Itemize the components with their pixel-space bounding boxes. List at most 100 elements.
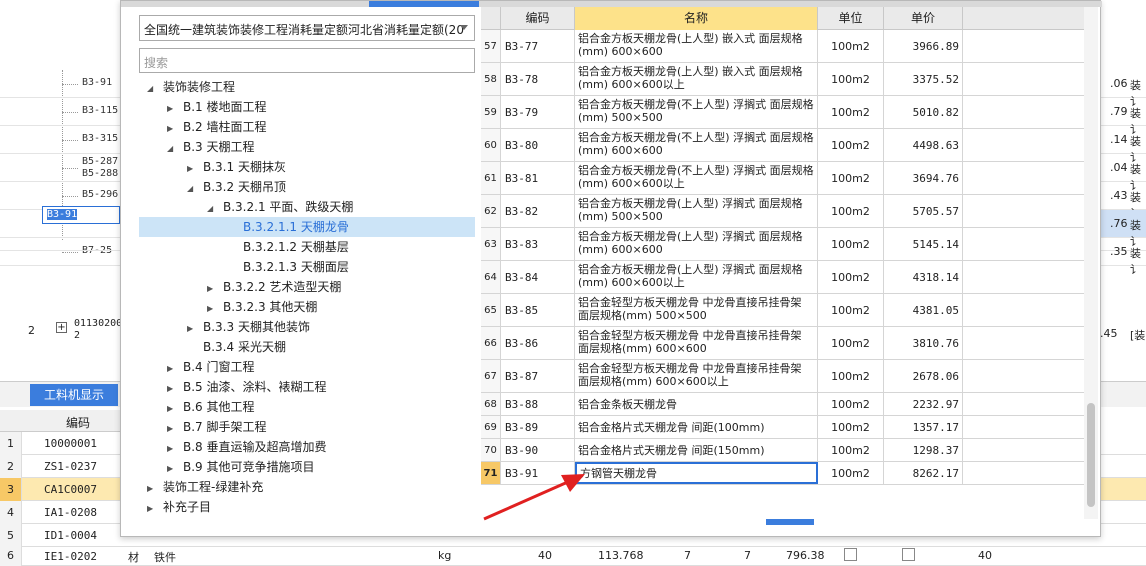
chevron-down-icon[interactable] <box>460 25 468 30</box>
background-right-columns: .06装讠 .79装讠 .14装讠 .04装讠 .43装讠 .76装讠 .35装… <box>1100 70 1146 380</box>
collapse-triangle-icon[interactable]: ◢ <box>187 179 197 199</box>
tree-node[interactable]: ◢ B.3.2 天棚吊顶 <box>187 177 286 197</box>
header-price[interactable]: 单价 <box>884 7 963 30</box>
quota-library-select[interactable]: 全国统一建筑装饰装修工程消耗量定额河北省消耗量定额(20 <box>139 15 475 41</box>
table-row[interactable]: 64 B3-84 铝合金方板天棚龙骨(上人型) 浮搁式 面层规格(mm) 600×6… <box>481 261 1084 294</box>
expand-triangle-icon[interactable]: ▶ <box>147 499 157 519</box>
table-row[interactable]: 63 B3-83 铝合金方板天棚龙骨(上人型) 浮搁式 面层规格(mm) 600×6… <box>481 228 1084 261</box>
bg-tree-row[interactable]: B3-91 <box>0 70 120 98</box>
collapse-triangle-icon[interactable]: ◢ <box>207 199 217 219</box>
tab-material-display[interactable]: 工料机显示 <box>30 384 118 406</box>
tree-node[interactable]: ▶ 补充子目 <box>147 497 211 517</box>
table-row[interactable]: 68 B3-88 铝合金条板天棚龙骨 100m2 2232.97 <box>481 393 1084 416</box>
bg-right-row: .79 装讠 <box>1100 98 1146 136</box>
cell-unit: 100m2 <box>818 462 884 484</box>
bg-tree-row[interactable]: B7-25 <box>0 238 120 266</box>
tree-node[interactable]: ▶ B.8 垂直运输及超高增加费 <box>167 437 327 457</box>
tree-node[interactable]: ▶ 装饰工程-绿建补充 <box>147 477 263 497</box>
material-table-header: 编码 <box>0 410 120 432</box>
collapse-triangle-icon[interactable]: ◢ <box>167 139 177 159</box>
tree-node[interactable]: ◢ 装饰装修工程 <box>147 77 235 97</box>
search-input[interactable]: 搜索 <box>139 48 475 73</box>
bg-tree-row[interactable]: B5-287 B5-288 <box>0 154 120 182</box>
expand-triangle-icon[interactable]: ▶ <box>167 359 177 379</box>
quota-chapter-tree: ◢ 装饰装修工程 ▶ B.1 楼地面工程 ▶ B.2 墙柱面工程 ◢ B.3 天棚工程 ▶ B.3… <box>139 77 475 517</box>
tree-node[interactable]: ▶ B.3.2.2 艺术造型天棚 <box>207 277 341 297</box>
table-row[interactable]: 66 B3-86 铝合金轻型方板天棚龙骨 中龙骨直接吊挂骨架 面层规格(mm) 60… <box>481 327 1084 360</box>
expand-triangle-icon[interactable]: ▶ <box>207 299 217 319</box>
table-row[interactable]: 69 B3-89 铝合金格片式天棚龙骨 间距(100mm) 100m2 1357.17 <box>481 416 1084 439</box>
tree-node[interactable]: ◢ B.3.2.1 平面、跌级天棚 <box>207 197 353 217</box>
checkbox[interactable] <box>844 548 857 561</box>
cell-unit: 100m2 <box>818 162 884 194</box>
checkbox[interactable] <box>902 548 915 561</box>
cell-name: 铝合金方板天棚龙骨(不上人型) 浮搁式 面层规格(mm) 600×600 <box>575 129 818 161</box>
tree-node[interactable]: ▶ B.1 楼地面工程 <box>167 97 267 117</box>
bg-right-row: .14 装讠 <box>1100 126 1146 164</box>
expand-triangle-icon[interactable]: ▶ <box>187 159 197 179</box>
scrollbar-thumb[interactable] <box>1087 403 1095 507</box>
collapse-triangle-icon[interactable]: ◢ <box>147 79 157 99</box>
expand-triangle-icon[interactable]: ▶ <box>167 119 177 139</box>
cell-unit: 100m2 <box>818 30 884 62</box>
cell-price: 4498.63 <box>884 129 963 161</box>
cell-name: 铝合金轻型方板天棚龙骨 中龙骨直接吊挂骨架 面层规格(mm) 600×600 <box>575 327 818 359</box>
row-index: 58 <box>481 63 501 95</box>
table-row[interactable]: 59 B3-79 铝合金方板天棚龙骨(不上人型) 浮搁式 面层规格(mm) 500×… <box>481 96 1084 129</box>
cell-code: B3-77 <box>501 30 575 62</box>
tree-node[interactable]: ▶ B.4 门窗工程 <box>167 357 255 377</box>
table-row[interactable]: 58 B3-78 铝合金方板天棚龙骨(上人型) 嵌入式 面层规格(mm) 600×6… <box>481 63 1084 96</box>
expand-plus-icon[interactable]: + <box>56 322 67 333</box>
expand-triangle-icon[interactable]: ▶ <box>207 279 217 299</box>
table-row[interactable]: 60 B3-80 铝合金方板天棚龙骨(不上人型) 浮搁式 面层规格(mm) 600×… <box>481 129 1084 162</box>
expand-triangle-icon[interactable]: ▶ <box>167 419 177 439</box>
tree-node[interactable]: B.3.4 采光天棚 <box>187 337 286 357</box>
expand-triangle-icon[interactable]: ▶ <box>187 319 197 339</box>
header-name[interactable]: 名称 <box>575 7 818 30</box>
tree-node[interactable]: ▶ B.3.1 天棚抹灰 <box>187 157 286 177</box>
expand-triangle-icon[interactable]: ▶ <box>167 99 177 119</box>
table-row[interactable]: 61 B3-81 铝合金方板天棚龙骨(不上人型) 浮搁式 面层规格(mm) 600×… <box>481 162 1084 195</box>
table-header: 编码 名称 单位 单价 <box>481 7 1084 30</box>
expand-triangle-icon[interactable]: ▶ <box>147 479 157 499</box>
bg-right-row: .06 装讠 <box>1100 70 1146 108</box>
expand-triangle-icon[interactable]: ▶ <box>167 439 177 459</box>
tree-node[interactable]: B.3.2.1.2 天棚基层 <box>227 237 349 257</box>
tree-node[interactable]: ▶ B.7 脚手架工程 <box>167 417 267 437</box>
tree-node[interactable]: B.3.2.1.1 天棚龙骨 <box>227 217 349 237</box>
material-type: 材 <box>128 551 139 564</box>
table-row[interactable]: 70 B3-90 铝合金格片式天棚龙骨 间距(150mm) 100m2 1298.37 <box>481 439 1084 462</box>
tree-node[interactable]: ▶ B.2 墙柱面工程 <box>167 117 267 137</box>
header-unit[interactable]: 单位 <box>818 7 884 30</box>
table-row[interactable]: 67 B3-87 铝合金轻型方板天棚龙骨 中龙骨直接吊挂骨架 面层规格(mm) 60… <box>481 360 1084 393</box>
tree-node[interactable]: B.3.2.1.3 天棚面层 <box>227 257 349 277</box>
tree-node[interactable]: ▶ B.9 其他可竞争措施项目 <box>167 457 315 477</box>
bg-tree-code: B3-115 <box>82 105 119 116</box>
bg-selected-code-cell[interactable]: B3-91 <box>42 206 120 224</box>
resize-handle[interactable] <box>766 519 814 525</box>
table-row[interactable]: 65 B3-85 铝合金轻型方板天棚龙骨 中龙骨直接吊挂骨架 面层规格(mm) 50… <box>481 294 1084 327</box>
cell-code: B3-79 <box>501 96 575 128</box>
cell-code: B3-89 <box>501 416 575 438</box>
table-row[interactable]: 71 B3-91 方钢管天棚龙骨 100m2 8262.17 <box>481 462 1084 485</box>
expand-triangle-icon[interactable]: ▶ <box>167 459 177 479</box>
expand-triangle-icon[interactable]: ▶ <box>167 399 177 419</box>
table-row[interactable]: 62 B3-82 铝合金方板天棚龙骨(上人型) 浮搁式 面层规格(mm) 500×5… <box>481 195 1084 228</box>
bg-tree-code: B5-287 B5-288 <box>82 156 119 179</box>
tree-node[interactable]: ◢ B.3 天棚工程 <box>167 137 255 157</box>
tree-node[interactable]: ▶ B.6 其他工程 <box>167 397 255 417</box>
header-code[interactable]: 编码 <box>501 7 575 30</box>
bg-tree-row[interactable]: B3-315 <box>0 126 120 154</box>
bg-right-text: [装 <box>1130 329 1146 342</box>
tree-node[interactable]: ▶ B.3.3 天棚其他装饰 <box>187 317 310 337</box>
tree-node[interactable]: ▶ B.3.2.3 其他天棚 <box>207 297 317 317</box>
material-code: ZS1-0237 <box>44 460 97 473</box>
tree-node[interactable]: ▶ B.5 油漆、涂料、裱糊工程 <box>167 377 327 397</box>
bg-tree-row[interactable]: B3-115 <box>0 98 120 126</box>
tree-connector <box>62 84 78 85</box>
tree-connector <box>62 112 78 113</box>
row-index: 65 <box>481 294 501 326</box>
expand-triangle-icon[interactable]: ▶ <box>167 379 177 399</box>
table-row[interactable]: 57 B3-77 铝合金方板天棚龙骨(上人型) 嵌入式 面层规格(mm) 600×6… <box>481 30 1084 63</box>
cell-code: B3-78 <box>501 63 575 95</box>
